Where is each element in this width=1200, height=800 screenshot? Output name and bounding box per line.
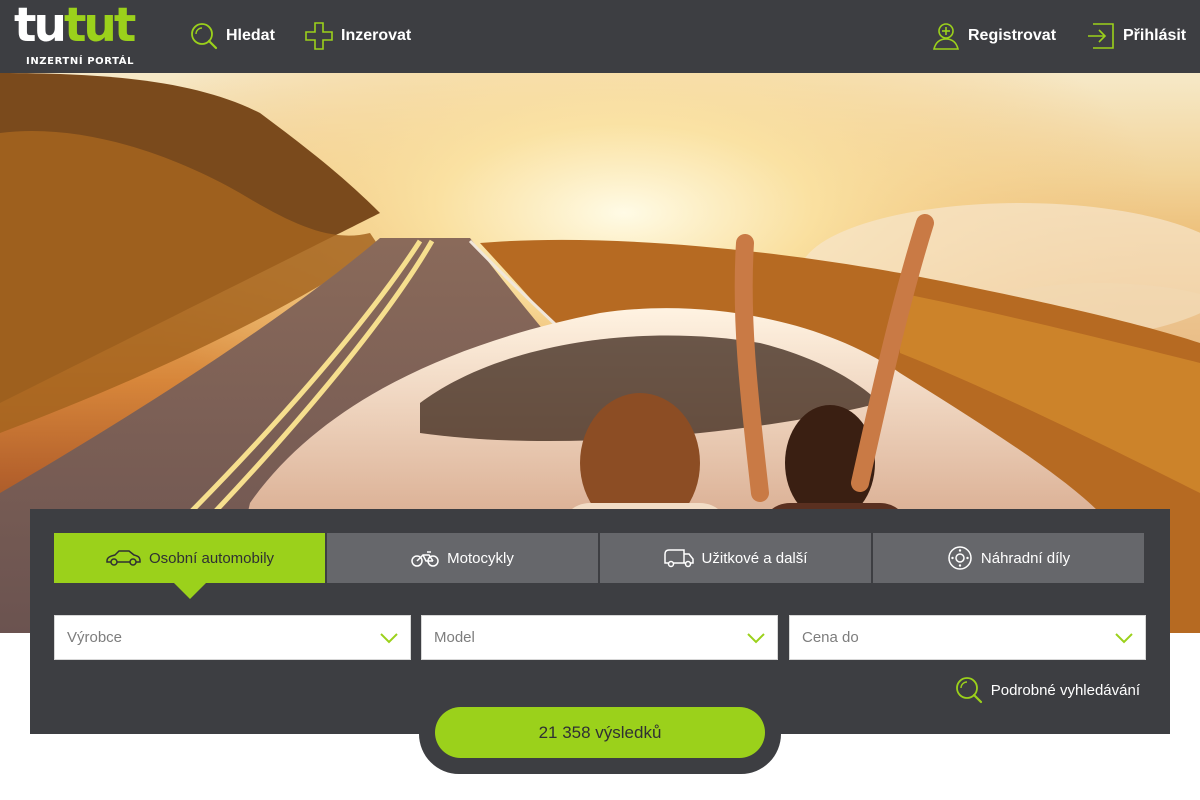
search-icon bbox=[955, 677, 982, 704]
model-select[interactable]: Model bbox=[421, 615, 778, 660]
chevron-down-icon bbox=[380, 633, 398, 644]
car-icon bbox=[106, 550, 141, 566]
tab-spare-parts-label: Náhradní díly bbox=[980, 549, 1071, 567]
logo-tagline: INZERTNÍ PORTÁL bbox=[26, 56, 135, 67]
logo-word-white: tu bbox=[14, 0, 67, 53]
nav-login-label: Přihlásit bbox=[1123, 27, 1187, 44]
van-icon bbox=[663, 549, 694, 568]
tab-motorcycles[interactable]: Motocykly bbox=[327, 533, 598, 583]
chevron-down-icon bbox=[747, 633, 765, 644]
tab-utility-vehicles[interactable]: Užitkové a další bbox=[600, 533, 871, 583]
nav-register-label: Registrovat bbox=[968, 27, 1057, 44]
logo-wordmark: tutut bbox=[14, 0, 136, 54]
active-tab-pointer bbox=[174, 583, 206, 599]
login-icon bbox=[1088, 23, 1114, 49]
search-icon bbox=[191, 23, 218, 50]
manufacturer-placeholder: Výrobce bbox=[67, 629, 123, 646]
show-results-button[interactable]: 21 358 výsledků bbox=[435, 707, 765, 758]
nav-register-link[interactable]: Registrovat bbox=[932, 20, 1056, 52]
nav-advertise-label: Inzerovat bbox=[341, 27, 412, 44]
tab-spare-parts[interactable]: Náhradní díly bbox=[873, 533, 1144, 583]
add-user-icon bbox=[932, 23, 960, 50]
model-placeholder: Model bbox=[434, 629, 475, 646]
plus-icon bbox=[305, 22, 333, 50]
tab-utility-vehicles-label: Užitkové a další bbox=[701, 549, 808, 567]
advanced-search-label: Podrobné vyhledávání bbox=[990, 681, 1140, 699]
top-navigation-bar: tutut INZERTNÍ PORTÁL Hledat Inzerovat R… bbox=[0, 0, 1200, 73]
brake-disc-icon bbox=[948, 546, 972, 570]
nav-advertise-link[interactable]: Inzerovat bbox=[305, 20, 411, 52]
tab-motorcycles-label: Motocykly bbox=[447, 549, 514, 567]
nav-login-link[interactable]: Přihlásit bbox=[1087, 20, 1186, 52]
motorcycle-icon bbox=[411, 551, 439, 567]
tab-passenger-cars-label: Osobní automobily bbox=[148, 549, 275, 567]
manufacturer-select[interactable]: Výrobce bbox=[54, 615, 411, 660]
logo-word-green: tut bbox=[63, 0, 136, 53]
advanced-search-link[interactable]: Podrobné vyhledávání bbox=[955, 676, 1140, 704]
nav-search-link[interactable]: Hledat bbox=[190, 20, 275, 52]
price-placeholder: Cena do bbox=[802, 629, 859, 646]
price-select[interactable]: Cena do bbox=[789, 615, 1146, 660]
tutut-logo[interactable]: tutut INZERTNÍ PORTÁL bbox=[14, 0, 138, 70]
chevron-down-icon bbox=[1115, 633, 1133, 644]
tab-passenger-cars[interactable]: Osobní automobily bbox=[54, 533, 325, 583]
nav-search-label: Hledat bbox=[226, 27, 275, 44]
